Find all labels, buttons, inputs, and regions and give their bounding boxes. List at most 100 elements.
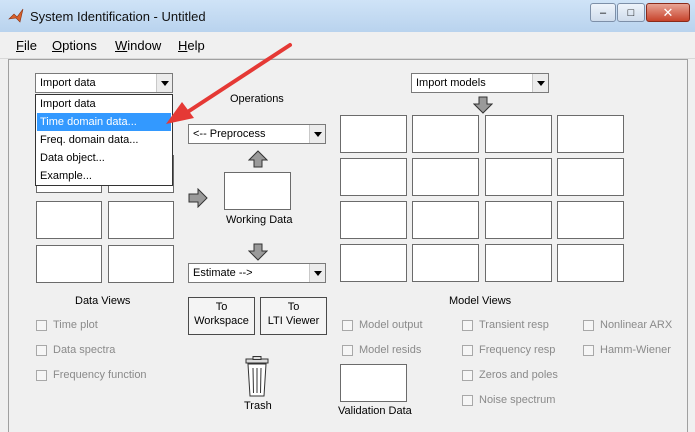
chevron-down-icon[interactable] xyxy=(309,125,325,143)
model-board-slot[interactable] xyxy=(412,158,479,196)
estimate-value: Estimate --> xyxy=(193,267,253,279)
menu-options-label: ptions xyxy=(62,38,97,53)
working-data-box[interactable] xyxy=(224,172,291,210)
frequency-resp-label: Frequency resp xyxy=(479,344,556,356)
chevron-down-icon[interactable] xyxy=(156,74,172,92)
noise-spectrum-checkbox[interactable]: Noise spectrum xyxy=(462,394,555,406)
model-board-slot[interactable] xyxy=(340,201,407,239)
model-board-slot[interactable] xyxy=(340,115,407,153)
trash-label: Trash xyxy=(244,400,272,412)
model-board-slot[interactable] xyxy=(557,201,624,239)
model-board-slot[interactable] xyxy=(485,201,552,239)
option-import-data[interactable]: Import data xyxy=(37,95,171,113)
trash-icon[interactable] xyxy=(243,356,271,398)
matlab-icon xyxy=(8,8,24,23)
hamm-wiener-checkbox[interactable]: Hamm-Wiener xyxy=(583,344,671,356)
minimize-button[interactable]: – xyxy=(590,3,616,22)
import-models-value: Import models xyxy=(416,77,486,89)
menu-window-label: indow xyxy=(127,38,162,53)
menu-file[interactable]: File xyxy=(16,38,37,53)
option-freq-domain-data[interactable]: Freq. domain data... xyxy=(37,131,171,149)
menu-help[interactable]: Help xyxy=(178,38,205,53)
data-board-slot[interactable] xyxy=(108,201,174,239)
menu-window-mnemonic: W xyxy=(115,38,128,53)
checkbox-box xyxy=(462,369,473,381)
minimize-icon: – xyxy=(599,6,607,19)
to-workspace-line2: Workspace xyxy=(194,315,249,327)
zeros-and-poles-checkbox[interactable]: Zeros and poles xyxy=(462,369,558,381)
time-plot-label: Time plot xyxy=(53,319,98,331)
data-views-label: Data Views xyxy=(75,295,131,307)
time-plot-checkbox[interactable]: Time plot xyxy=(36,319,98,331)
menu-options-mnemonic: O xyxy=(52,38,63,53)
model-output-checkbox[interactable]: Model output xyxy=(342,319,423,331)
menu-bar xyxy=(0,32,695,59)
model-board-slot[interactable] xyxy=(412,201,479,239)
maximize-icon: □ xyxy=(627,6,635,19)
estimate-select[interactable]: Estimate --> xyxy=(188,263,326,283)
checkbox-box xyxy=(36,369,47,381)
close-button[interactable]: ✕ xyxy=(646,3,690,22)
model-resids-label: Model resids xyxy=(359,344,422,356)
arrow-up-icon xyxy=(248,150,268,168)
data-board-slot[interactable] xyxy=(36,245,102,283)
operations-label: Operations xyxy=(230,93,284,105)
frequency-resp-checkbox[interactable]: Frequency resp xyxy=(462,344,555,356)
zeros-and-poles-label: Zeros and poles xyxy=(479,369,558,381)
preprocess-select[interactable]: <-- Preprocess xyxy=(188,124,326,144)
validation-data-box[interactable] xyxy=(340,364,407,402)
transient-resp-checkbox[interactable]: Transient resp xyxy=(462,319,549,331)
close-icon: ✕ xyxy=(662,4,674,20)
frequency-function-checkbox[interactable]: Frequency function xyxy=(36,369,147,381)
maximize-button[interactable]: □ xyxy=(617,3,645,22)
data-board-slot[interactable] xyxy=(108,245,174,283)
model-board-slot[interactable] xyxy=(412,115,479,153)
model-board-slot[interactable] xyxy=(340,244,407,282)
menu-options[interactable]: Options xyxy=(52,38,97,53)
to-lti-viewer-line2: LTI Viewer xyxy=(267,315,320,327)
noise-spectrum-label: Noise spectrum xyxy=(479,394,556,406)
checkbox-box xyxy=(462,344,473,356)
model-board-slot[interactable] xyxy=(412,244,479,282)
model-board-slot[interactable] xyxy=(557,115,624,153)
option-time-domain-data[interactable]: Time domain data... xyxy=(37,113,171,131)
data-spectra-label: Data spectra xyxy=(53,344,116,356)
model-board-slot[interactable] xyxy=(485,244,552,282)
import-models-select[interactable]: Import models xyxy=(411,73,549,93)
to-workspace-line1: To xyxy=(215,301,228,313)
to-workspace-button[interactable]: To Workspace xyxy=(188,297,255,335)
model-views-label: Model Views xyxy=(449,295,512,307)
model-board-slot[interactable] xyxy=(340,158,407,196)
nonlinear-arx-checkbox[interactable]: Nonlinear ARX xyxy=(583,319,672,331)
arrow-right-icon xyxy=(188,188,208,208)
chevron-down-icon[interactable] xyxy=(309,264,325,282)
menu-help-label: elp xyxy=(187,38,205,53)
window-title: System Identification - Untitled xyxy=(30,9,206,24)
to-lti-viewer-button[interactable]: To LTI Viewer xyxy=(260,297,327,335)
model-output-label: Model output xyxy=(359,319,423,331)
option-example[interactable]: Example... xyxy=(37,167,171,185)
menu-file-label: ile xyxy=(23,38,37,53)
option-data-object[interactable]: Data object... xyxy=(37,149,171,167)
checkbox-box xyxy=(462,394,473,406)
validation-data-label: Validation Data xyxy=(338,405,412,417)
checkbox-box xyxy=(583,344,594,356)
transient-resp-label: Transient resp xyxy=(479,319,549,331)
model-board-slot[interactable] xyxy=(485,115,552,153)
frequency-function-label: Frequency function xyxy=(53,369,147,381)
import-data-dropdown: Import data Time domain data... Freq. do… xyxy=(35,94,173,186)
model-board-slot[interactable] xyxy=(557,244,624,282)
model-resids-checkbox[interactable]: Model resids xyxy=(342,344,421,356)
data-board-slot[interactable] xyxy=(36,201,102,239)
checkbox-box xyxy=(342,319,353,331)
model-board-slot[interactable] xyxy=(557,158,624,196)
hamm-wiener-label: Hamm-Wiener xyxy=(600,344,671,356)
nonlinear-arx-label: Nonlinear ARX xyxy=(600,319,673,331)
menu-window[interactable]: Window xyxy=(115,38,161,53)
preprocess-value: <-- Preprocess xyxy=(193,128,266,140)
data-spectra-checkbox[interactable]: Data spectra xyxy=(36,344,115,356)
menu-help-mnemonic: H xyxy=(178,38,188,53)
import-data-select[interactable]: Import data xyxy=(35,73,173,93)
chevron-down-icon[interactable] xyxy=(532,74,548,92)
model-board-slot[interactable] xyxy=(485,158,552,196)
